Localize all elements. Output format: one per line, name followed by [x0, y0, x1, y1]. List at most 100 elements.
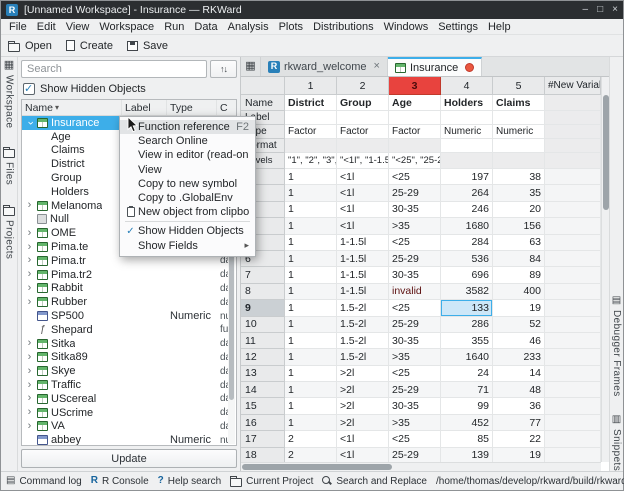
cell-7-1[interactable]: 1 — [285, 267, 337, 283]
cell-11-4[interactable]: 355 — [441, 333, 493, 349]
cell-6-2[interactable]: 1-1.5l — [337, 251, 389, 267]
cell-1-4[interactable]: 197 — [441, 169, 493, 185]
column-header-3[interactable]: 3 — [389, 77, 441, 95]
cell-16-4[interactable]: 452 — [441, 415, 493, 431]
new-variable-cell[interactable] — [545, 267, 601, 283]
menu-file[interactable]: File — [4, 21, 32, 33]
column-header-5[interactable]: 5 — [493, 77, 545, 95]
new-variable-cell[interactable] — [545, 431, 601, 447]
r-console-button[interactable]: R Console — [91, 476, 149, 487]
tree-item-abbey[interactable]: abbeyNumericnumeric — [22, 433, 228, 445]
help-search-button[interactable]: Help search — [158, 476, 221, 487]
cell-5-5[interactable]: 63 — [493, 235, 545, 251]
cell-10-4[interactable]: 286 — [441, 317, 493, 333]
tree-item-traffic[interactable]: ›Trafficdata.frame — [22, 378, 228, 392]
menu-windows[interactable]: Windows — [379, 21, 434, 33]
cell-14-1[interactable]: 1 — [285, 382, 337, 398]
tree-item-pima-tr2[interactable]: ›Pima.tr2data.frame — [22, 268, 228, 282]
cell-13-2[interactable]: >2l — [337, 366, 389, 382]
tree-item-skye[interactable]: ›Skyedata.frame — [22, 364, 228, 378]
search-options-button[interactable] — [210, 60, 237, 78]
menu-plots[interactable]: Plots — [274, 21, 308, 33]
row-header-14[interactable]: 14 — [241, 382, 285, 398]
close-button[interactable]: × — [612, 5, 618, 15]
cell-12-1[interactable]: 1 — [285, 349, 337, 365]
command-log-button[interactable]: Command log — [6, 476, 82, 487]
cell-16-3[interactable]: >35 — [389, 415, 441, 431]
cell-14-2[interactable]: >2l — [337, 382, 389, 398]
menu-edit[interactable]: Edit — [32, 21, 61, 33]
cell-10-2[interactable]: 1.5-2l — [337, 317, 389, 333]
cell-10-3[interactable]: 25-29 — [389, 317, 441, 333]
grid-hscroll-handle[interactable] — [242, 464, 392, 470]
new-variable-cell[interactable] — [545, 284, 601, 300]
row-header-15[interactable]: 15 — [241, 398, 285, 414]
meta-cell-type-5[interactable]: Numeric — [493, 125, 545, 139]
context-item-new-object-from-clipboard[interactable]: New object from clipboard — [120, 205, 255, 219]
cell-16-2[interactable]: >2l — [337, 415, 389, 431]
expander-icon[interactable]: › — [25, 380, 34, 391]
cell-7-5[interactable]: 89 — [493, 267, 545, 283]
meta-cell-label-3[interactable] — [389, 111, 441, 125]
show-hidden-objects-row[interactable]: Show Hidden Objects — [21, 81, 237, 96]
menu-run[interactable]: Run — [159, 21, 189, 33]
meta-cell-name-1[interactable]: District — [285, 95, 337, 111]
tab-insurance[interactable]: Insurance — [388, 57, 482, 76]
cell-1-1[interactable]: 1 — [285, 169, 337, 185]
cell-7-2[interactable]: 1-1.5l — [337, 267, 389, 283]
cell-3-3[interactable]: 30-35 — [389, 202, 441, 218]
cell-15-2[interactable]: >2l — [337, 398, 389, 414]
cell-3-5[interactable]: 20 — [493, 202, 545, 218]
tree-column-header-name[interactable]: Name▾ — [22, 100, 122, 115]
meta-cell-name-3[interactable]: Age — [389, 95, 441, 111]
cell-17-3[interactable]: <25 — [389, 431, 441, 447]
cell-13-4[interactable]: 24 — [441, 366, 493, 382]
cell-11-3[interactable]: 30-35 — [389, 333, 441, 349]
cell-12-5[interactable]: 233 — [493, 349, 545, 365]
expander-icon[interactable]: › — [25, 366, 34, 377]
new-variable-cell[interactable] — [545, 317, 601, 333]
cell-10-5[interactable]: 52 — [493, 317, 545, 333]
cell-2-5[interactable]: 35 — [493, 185, 545, 201]
cell-4-1[interactable]: 1 — [285, 218, 337, 234]
cell-9-4[interactable]: 133 — [441, 300, 493, 316]
cell-1-2[interactable]: <1l — [337, 169, 389, 185]
grid-vertical-scrollbar[interactable] — [601, 77, 609, 462]
meta-cell-format-2[interactable] — [337, 139, 389, 153]
new-variable-cell[interactable] — [545, 235, 601, 251]
cell-5-4[interactable]: 284 — [441, 235, 493, 251]
meta-cell-type-1[interactable]: Factor — [285, 125, 337, 139]
menu-settings[interactable]: Settings — [433, 21, 483, 33]
current-project-button[interactable]: Current Project — [230, 475, 313, 487]
update-button[interactable]: Update — [21, 449, 237, 468]
save-button[interactable]: Save — [127, 40, 168, 52]
cell-10-1[interactable]: 1 — [285, 317, 337, 333]
cell-17-4[interactable]: 85 — [441, 431, 493, 447]
row-header-8[interactable]: 8 — [241, 284, 285, 300]
cell-3-4[interactable]: 246 — [441, 202, 493, 218]
expander-icon[interactable]: › — [25, 407, 34, 418]
cell-17-2[interactable]: <1l — [337, 431, 389, 447]
menu-help[interactable]: Help — [483, 21, 516, 33]
tree-item-rubber[interactable]: ›Rubberdata.frame — [22, 295, 228, 309]
row-header-9[interactable]: 9 — [241, 300, 285, 316]
meta-cell-levels-3[interactable]: "<25", "25-29", "30-35", ">35" — [389, 153, 441, 169]
cell-13-3[interactable]: <25 — [389, 366, 441, 382]
meta-cell-levels-5[interactable] — [493, 153, 545, 169]
new-variable-cell[interactable] — [545, 202, 601, 218]
row-header-16[interactable]: 16 — [241, 415, 285, 431]
cell-5-2[interactable]: 1-1.5l — [337, 235, 389, 251]
context-item-function-reference[interactable]: Function referenceF2 — [120, 120, 255, 134]
cell-11-5[interactable]: 46 — [493, 333, 545, 349]
cell-5-3[interactable]: <25 — [389, 235, 441, 251]
window-list-button[interactable] — [241, 57, 261, 76]
new-variable-header[interactable]: #New Variable# — [545, 77, 601, 95]
cell-15-4[interactable]: 99 — [441, 398, 493, 414]
expander-icon[interactable]: › — [25, 228, 34, 239]
new-variable-cell[interactable] — [545, 398, 601, 414]
open-button[interactable]: Open — [8, 40, 52, 52]
meta-cell-type-4[interactable]: Numeric — [441, 125, 493, 139]
cell-16-5[interactable]: 77 — [493, 415, 545, 431]
cell-15-3[interactable]: 30-35 — [389, 398, 441, 414]
maximize-button[interactable]: □ — [597, 5, 603, 15]
